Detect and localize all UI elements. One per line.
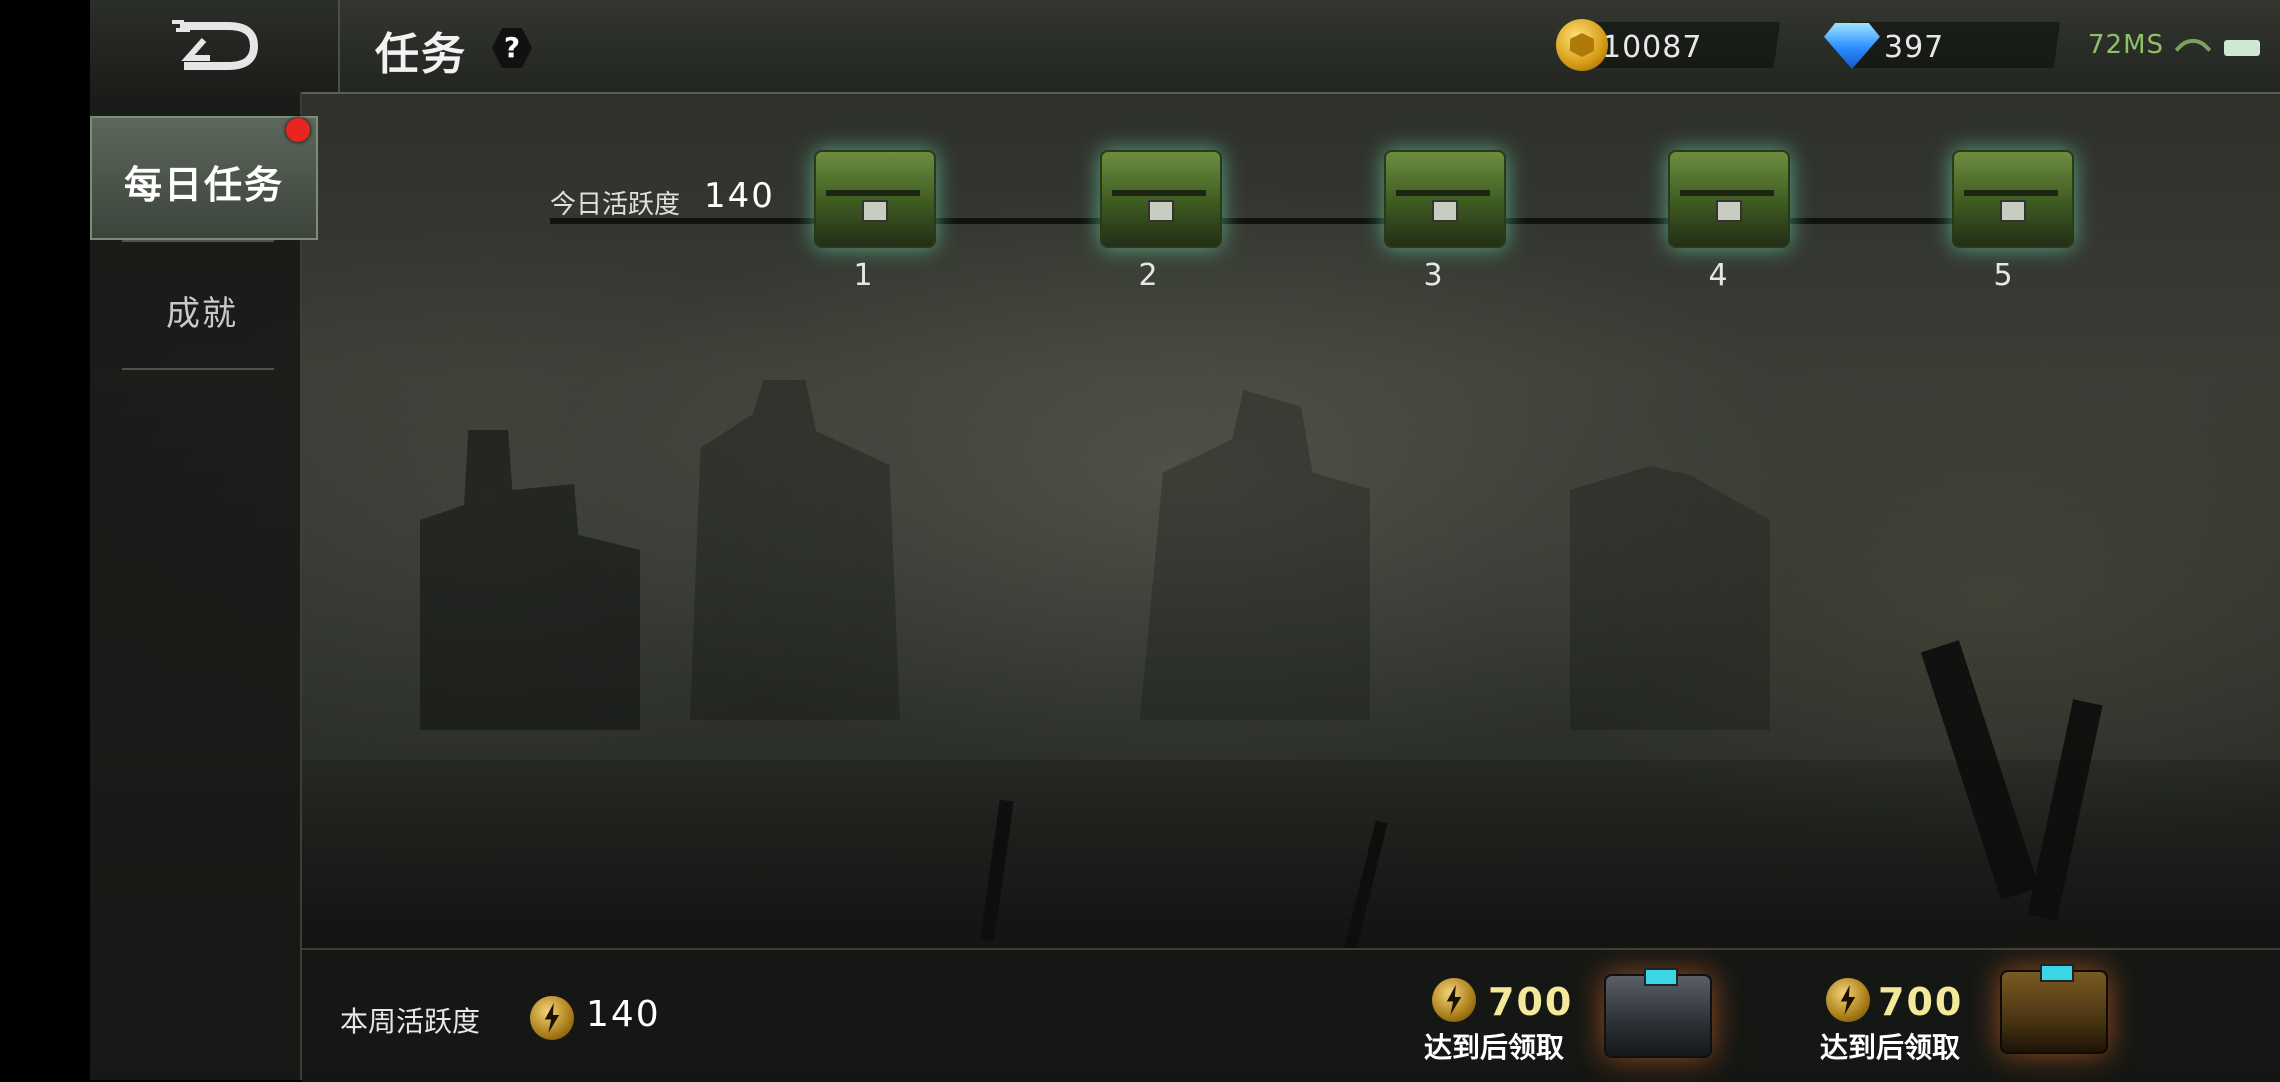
divider — [122, 368, 274, 370]
chest-icon-4[interactable] — [1668, 150, 1790, 248]
battery-icon — [2224, 40, 2260, 56]
ruin-silhouette — [420, 430, 640, 730]
tab-achievements[interactable]: 成就 — [122, 270, 274, 340]
tab-daily-tasks[interactable]: 每日任务 — [90, 116, 318, 240]
back-icon — [172, 20, 259, 70]
top-bar: 任务 ? 10087 397 72MS — [90, 0, 2280, 94]
gold-value: 10087 — [1602, 30, 1703, 65]
ruin-silhouette — [1140, 390, 1370, 720]
reward-note: 达到后领取 — [1424, 1031, 1565, 1064]
activity-progress-track — [550, 218, 2070, 224]
daily-activity-value: 140 — [704, 176, 775, 216]
wifi-icon — [2174, 30, 2212, 68]
reward-note: 达到后领取 — [1820, 1031, 1961, 1064]
screen-edge — [0, 0, 90, 1080]
bolt-icon — [1826, 978, 1870, 1022]
tab-label: 每日任务 — [124, 163, 285, 207]
bolt-icon — [530, 996, 574, 1040]
notification-badge — [286, 118, 310, 142]
ruin-silhouette — [690, 380, 900, 720]
chest-number: 1 — [853, 258, 873, 293]
back-button[interactable] — [90, 0, 340, 92]
diamond-display: 397 — [1850, 22, 2060, 68]
daily-activity-label: 今日活跃度 — [550, 190, 681, 220]
weekly-reward-chest-1[interactable] — [1604, 968, 1712, 1058]
weekly-reward-chest-2[interactable] — [2000, 964, 2108, 1054]
tab-label: 成就 — [166, 294, 238, 334]
weekly-activity-value: 140 — [586, 994, 661, 1035]
help-icon[interactable]: ? — [492, 28, 532, 68]
chest-number: 4 — [1708, 258, 1728, 293]
chest-icon-5[interactable] — [1952, 150, 2074, 248]
reward-threshold: 700 — [1878, 980, 1964, 1024]
reward-threshold: 700 — [1488, 980, 1574, 1024]
chest-number: 5 — [1993, 258, 2013, 293]
chest-icon-2[interactable] — [1100, 150, 1222, 248]
divider — [122, 240, 274, 242]
ruin-silhouette — [1570, 466, 1770, 730]
chest-number: 3 — [1423, 258, 1443, 293]
page-title: 任务 — [375, 29, 467, 80]
diamond-value: 397 — [1884, 30, 1945, 65]
ping-text: 72MS — [2088, 30, 2165, 60]
weekly-activity-label: 本周活跃度 — [340, 1005, 481, 1038]
chest-icon-1[interactable] — [814, 150, 936, 248]
chest-icon-3[interactable] — [1384, 150, 1506, 248]
chest-number: 2 — [1138, 258, 1158, 293]
bolt-icon — [1432, 978, 1476, 1022]
gold-coin-icon — [1556, 19, 1608, 71]
